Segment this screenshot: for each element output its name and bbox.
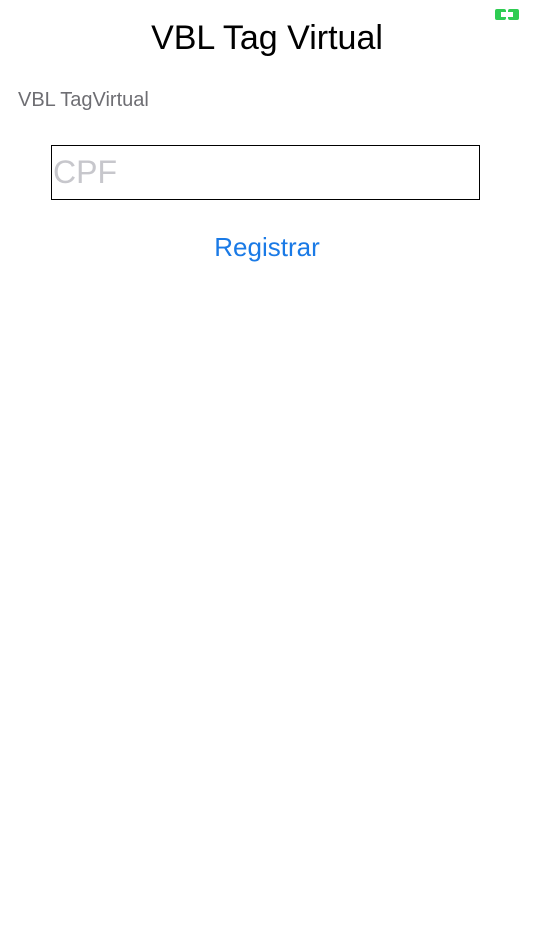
app-screen: VBL Tag Virtual VBL TagVirtual Registrar bbox=[0, 0, 534, 950]
register-button[interactable]: Registrar bbox=[0, 229, 534, 265]
cpf-input[interactable] bbox=[51, 145, 480, 200]
subtitle-label: VBL TagVirtual bbox=[18, 89, 149, 111]
page-title: VBL Tag Virtual bbox=[151, 19, 383, 57]
